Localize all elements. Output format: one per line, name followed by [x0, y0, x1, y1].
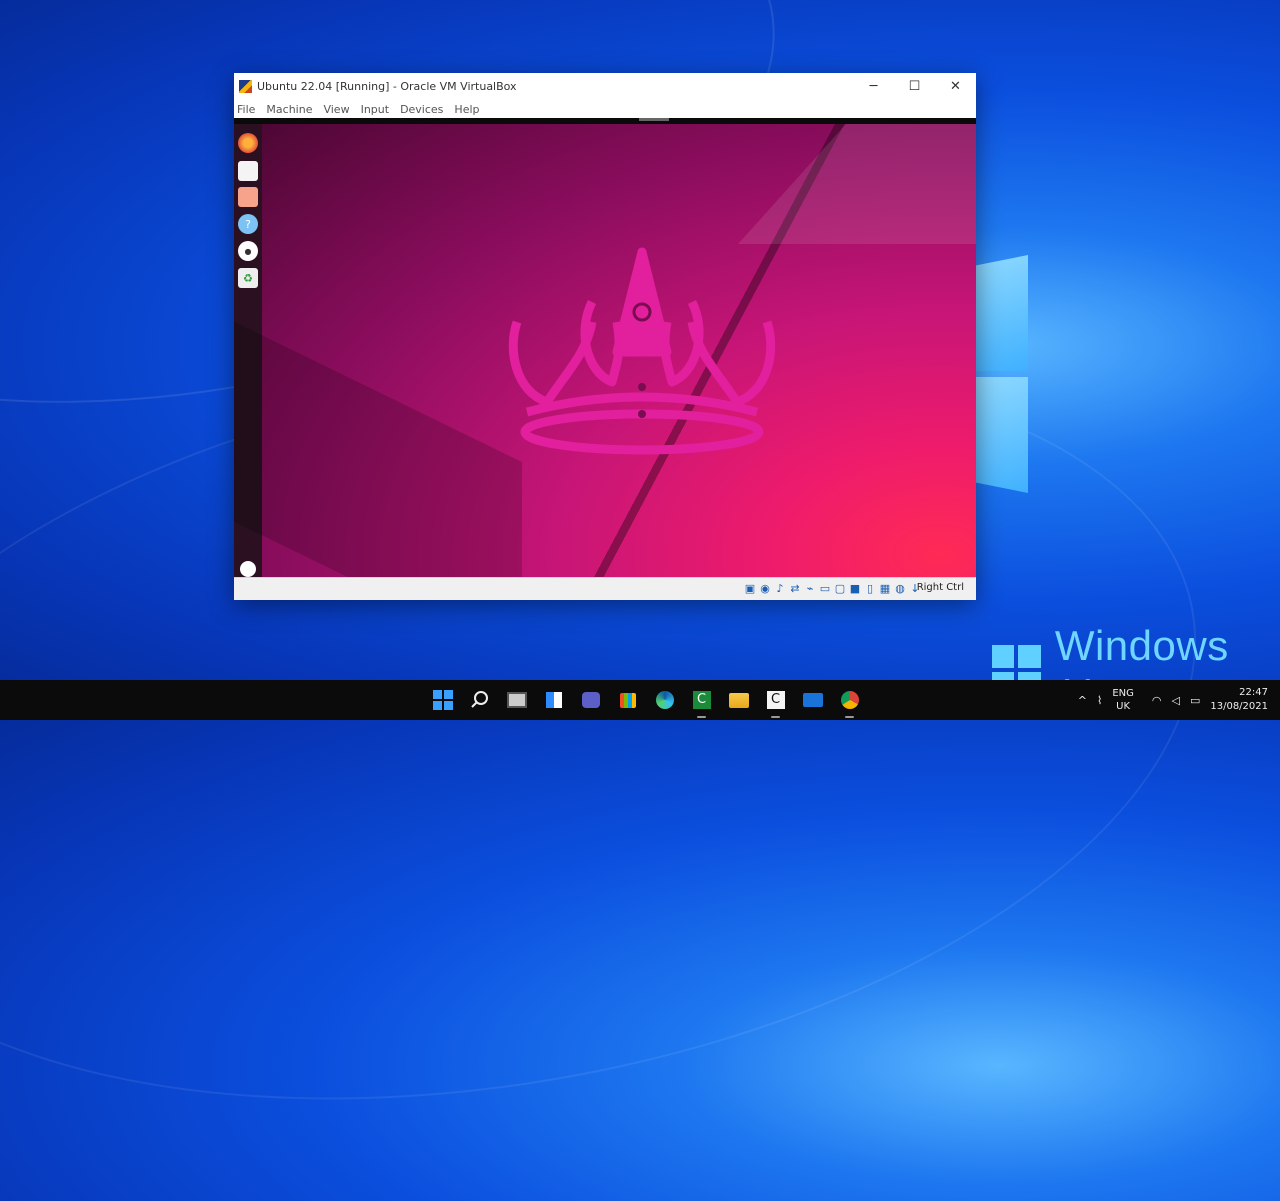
host-key-label: Right Ctrl: [916, 582, 964, 593]
minimize-button[interactable]: ─: [853, 73, 894, 100]
task-view-icon[interactable]: [498, 680, 535, 720]
ubuntu-wallpaper: [234, 124, 976, 577]
firefox-icon[interactable]: [238, 133, 258, 153]
wallpaper-fold: [234, 305, 522, 577]
menu-file[interactable]: File: [237, 103, 255, 116]
maximize-button[interactable]: ☐: [894, 73, 935, 100]
clipboard-icon[interactable]: ▯: [863, 582, 877, 596]
mouse-integration-icon[interactable]: ◍: [893, 582, 907, 596]
virtualbox-app-icon: [239, 80, 252, 93]
keyboard-layout: UK: [1116, 701, 1131, 712]
virtualbox-window[interactable]: Ubuntu 22.04 [Running] - Oracle VM Virtu…: [234, 73, 976, 600]
edge-icon[interactable]: [646, 680, 683, 720]
optical-drive-icon[interactable]: ◉: [758, 582, 772, 596]
camtasia-icon[interactable]: C: [683, 680, 720, 720]
clock-time: 22:47: [1239, 687, 1268, 698]
search-icon[interactable]: [461, 680, 498, 720]
volume-icon[interactable]: ◁: [1171, 694, 1179, 707]
rhythmbox-icon[interactable]: ●: [238, 241, 258, 261]
widgets-icon[interactable]: [535, 680, 572, 720]
store-icon[interactable]: [609, 680, 646, 720]
window-titlebar[interactable]: Ubuntu 22.04 [Running] - Oracle VM Virtu…: [234, 73, 976, 100]
menu-view[interactable]: View: [323, 103, 349, 116]
software-center-icon[interactable]: [238, 187, 258, 207]
language-indicator[interactable]: ENG UK: [1112, 687, 1134, 713]
language-code: ENG: [1112, 688, 1134, 699]
menu-machine[interactable]: Machine: [266, 103, 312, 116]
battery-icon[interactable]: ▭: [1190, 694, 1200, 707]
vm-status-bar: ▣ ◉ ♪ ⇄ ⌁ ▭ ▢ ■ ▯ ▦ ◍ ↓ Right Ctrl: [234, 577, 976, 600]
menu-devices[interactable]: Devices: [400, 103, 443, 116]
menu-bar: File Machine View Input Devices Help: [234, 100, 976, 118]
chevron-up-icon[interactable]: ^: [1078, 694, 1087, 707]
network-disconnected-icon[interactable]: ⌇: [1097, 694, 1102, 707]
trash-icon[interactable]: ♻: [238, 268, 258, 288]
mail-icon[interactable]: [794, 680, 831, 720]
window-title: Ubuntu 22.04 [Running] - Oracle VM Virtu…: [257, 80, 517, 93]
display-icon[interactable]: ▢: [833, 582, 847, 596]
hard-disk-icon[interactable]: ▣: [743, 582, 757, 596]
cpu-icon[interactable]: ▦: [878, 582, 892, 596]
teams-chat-icon[interactable]: [572, 680, 609, 720]
guest-display[interactable]: ? ● ♻: [234, 118, 976, 577]
camtasia-recorder-icon[interactable]: C: [757, 680, 794, 720]
files-icon[interactable]: [238, 161, 258, 181]
network-icon[interactable]: ⇄: [788, 582, 802, 596]
chrome-icon[interactable]: [831, 680, 868, 720]
usb-icon[interactable]: ⌁: [803, 582, 817, 596]
taskbar: C C ^ ⌇ ENG UK ◠ ◁ ▭ 22:47 13/08/2021: [0, 680, 1280, 720]
wifi-icon[interactable]: ◠: [1152, 694, 1162, 707]
show-apps-icon[interactable]: [240, 561, 256, 577]
menu-help[interactable]: Help: [454, 103, 479, 116]
system-tray: ^ ⌇ ENG UK ◠ ◁ ▭ 22:47 13/08/2021: [1078, 680, 1280, 720]
shared-folders-icon[interactable]: ▭: [818, 582, 832, 596]
video-capture-icon[interactable]: ■: [848, 582, 862, 596]
menu-input[interactable]: Input: [361, 103, 389, 116]
top-bar-clock: [639, 118, 669, 121]
audio-icon[interactable]: ♪: [773, 582, 787, 596]
help-icon[interactable]: ?: [238, 214, 258, 234]
close-button[interactable]: ✕: [935, 73, 976, 100]
clock-date: 13/08/2021: [1210, 701, 1268, 712]
wallpaper-fold: [737, 124, 976, 244]
clock[interactable]: 22:47 13/08/2021: [1210, 686, 1268, 714]
file-explorer-icon[interactable]: [720, 680, 757, 720]
start-icon[interactable]: [424, 680, 461, 720]
jammy-jellyfish-crown-logo: [508, 247, 776, 455]
